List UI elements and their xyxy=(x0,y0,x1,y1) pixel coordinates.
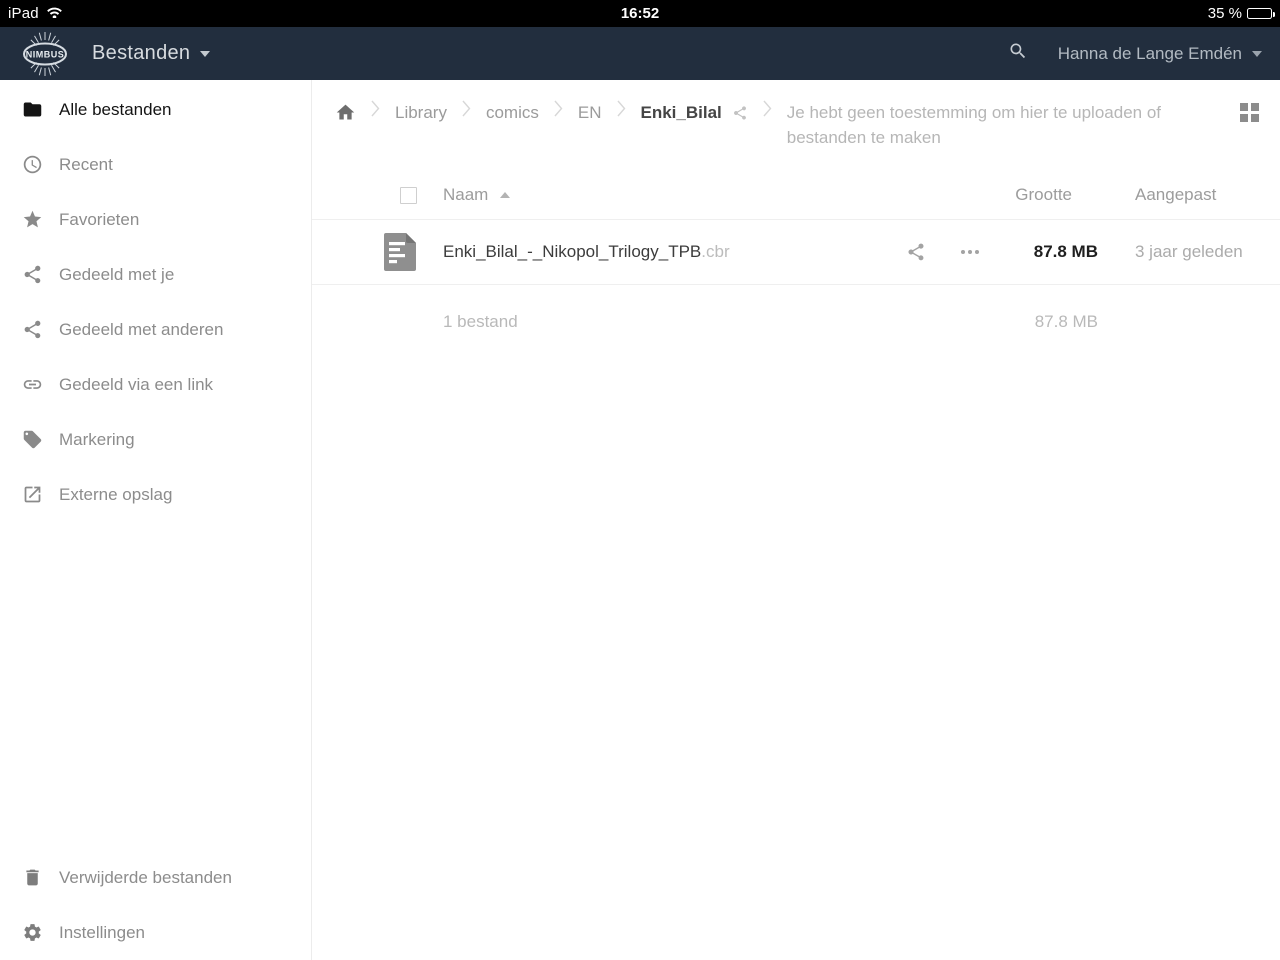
sidebar-item-label: Externe opslag xyxy=(59,485,172,505)
folder-icon xyxy=(20,98,44,122)
sidebar-item-shared-with-others[interactable]: Gedeeld met anderen xyxy=(0,302,311,357)
breadcrumb-item[interactable]: EN xyxy=(578,103,602,123)
file-basename: Enki_Bilal_-_Nikopol_Trilogy_TPB xyxy=(443,242,701,261)
sidebar-spacer xyxy=(0,522,311,850)
sidebar-item-shared-by-link[interactable]: Gedeeld via een link xyxy=(0,357,311,412)
sidebar-item-favorites[interactable]: Favorieten xyxy=(0,192,311,247)
external-icon xyxy=(20,483,44,507)
sidebar-item-label: Gedeeld met anderen xyxy=(59,320,223,340)
battery-icon xyxy=(1247,8,1272,19)
search-icon[interactable] xyxy=(1008,41,1028,66)
share-icon xyxy=(20,263,44,287)
table-header-row: Naam Grootte Aangepast xyxy=(312,171,1280,220)
share-folder-icon[interactable] xyxy=(732,105,748,121)
sidebar-item-label: Favorieten xyxy=(59,210,139,230)
sidebar-item-recent[interactable]: Recent xyxy=(0,137,311,192)
grid-view-toggle-icon[interactable] xyxy=(1240,103,1260,123)
app-title: Bestanden xyxy=(92,42,190,65)
sidebar-item-tags[interactable]: Markering xyxy=(0,412,311,467)
breadcrumb-separator-icon xyxy=(763,100,772,117)
main-content: Library comics EN Enki_Bilal Je hebt gee… xyxy=(312,80,1280,960)
star-icon xyxy=(20,208,44,232)
sidebar-item-external-storage[interactable]: Externe opslag xyxy=(0,467,311,522)
sidebar-item-deleted-files[interactable]: Verwijderde bestanden xyxy=(0,850,311,905)
battery-percent: 35 % xyxy=(1208,5,1242,22)
breadcrumb-item[interactable]: comics xyxy=(486,103,539,123)
user-chevron-down-icon xyxy=(1252,51,1262,57)
table-summary-row: 1 bestand 87.8 MB xyxy=(312,285,1280,358)
sidebar-item-label: Gedeeld met je xyxy=(59,265,174,285)
total-size: 87.8 MB xyxy=(988,312,1098,332)
column-header-modified[interactable]: Aangepast xyxy=(1135,185,1240,205)
tag-icon xyxy=(20,428,44,452)
sidebar-item-label: Verwijderde bestanden xyxy=(59,868,232,888)
file-modified: 3 jaar geleden xyxy=(1135,242,1240,262)
sidebar-item-label: Instellingen xyxy=(59,923,145,943)
sidebar-item-label: Alle bestanden xyxy=(59,100,171,120)
sidebar-item-label: Markering xyxy=(59,430,135,450)
trash-icon xyxy=(20,866,44,890)
sidebar-item-label: Gedeeld via een link xyxy=(59,375,213,395)
logo-text: NIMBUS xyxy=(26,49,65,59)
table-row[interactable]: Enki_Bilal_-_Nikopol_Trilogy_TPB.cbr 87.… xyxy=(312,220,1280,285)
file-document-icon xyxy=(384,233,416,271)
breadcrumb-item[interactable]: Library xyxy=(395,103,447,123)
gear-icon xyxy=(20,921,44,945)
row-share-icon[interactable] xyxy=(898,234,934,270)
sidebar-item-shared-with-you[interactable]: Gedeeld met je xyxy=(0,247,311,302)
sidebar-item-settings[interactable]: Instellingen xyxy=(0,905,311,960)
sidebar-item-label: Recent xyxy=(59,155,113,175)
sidebar-item-all-files[interactable]: Alle bestanden xyxy=(0,82,311,137)
breadcrumb-separator-icon xyxy=(371,100,380,117)
user-menu[interactable]: Hanna de Lange Emdén xyxy=(1058,44,1262,64)
ios-status-bar: iPad 16:52 35 % xyxy=(0,0,1280,27)
breadcrumb: Library comics EN Enki_Bilal Je hebt gee… xyxy=(312,80,1280,150)
file-name: Enki_Bilal_-_Nikopol_Trilogy_TPB.cbr xyxy=(443,242,898,262)
column-header-name[interactable]: Naam xyxy=(443,185,488,205)
row-more-actions-icon[interactable] xyxy=(952,234,988,270)
file-size: 87.8 MB xyxy=(988,242,1098,262)
link-icon xyxy=(20,373,44,397)
home-icon[interactable] xyxy=(335,100,356,125)
breadcrumb-separator-icon xyxy=(617,100,626,117)
permission-message: Je hebt geen toestemming om hier te uplo… xyxy=(787,100,1163,150)
app-title-chevron-down-icon[interactable] xyxy=(200,51,210,57)
clock-icon xyxy=(20,153,44,177)
breadcrumb-separator-icon xyxy=(462,100,471,117)
app-header: NIMBUS Bestanden Hanna de Lange Emdén xyxy=(0,27,1280,80)
app-logo[interactable]: NIMBUS xyxy=(14,31,76,77)
breadcrumb-current-folder: Enki_Bilal xyxy=(641,103,722,123)
file-count: 1 bestand xyxy=(443,312,518,332)
share-icon xyxy=(20,318,44,342)
app-window: iPad 16:52 35 % xyxy=(0,0,1280,960)
sidebar: Alle bestanden Recent Favorieten Gedeeld… xyxy=(0,80,312,960)
breadcrumb-separator-icon xyxy=(554,100,563,117)
column-header-size[interactable]: Grootte xyxy=(988,185,1098,205)
user-name: Hanna de Lange Emdén xyxy=(1058,44,1242,64)
select-all-checkbox[interactable] xyxy=(400,187,417,204)
sort-ascending-icon xyxy=(500,192,510,198)
clock: 16:52 xyxy=(0,5,1280,22)
file-table: Naam Grootte Aangepast Enki_B xyxy=(312,171,1280,358)
file-extension: .cbr xyxy=(701,242,729,261)
